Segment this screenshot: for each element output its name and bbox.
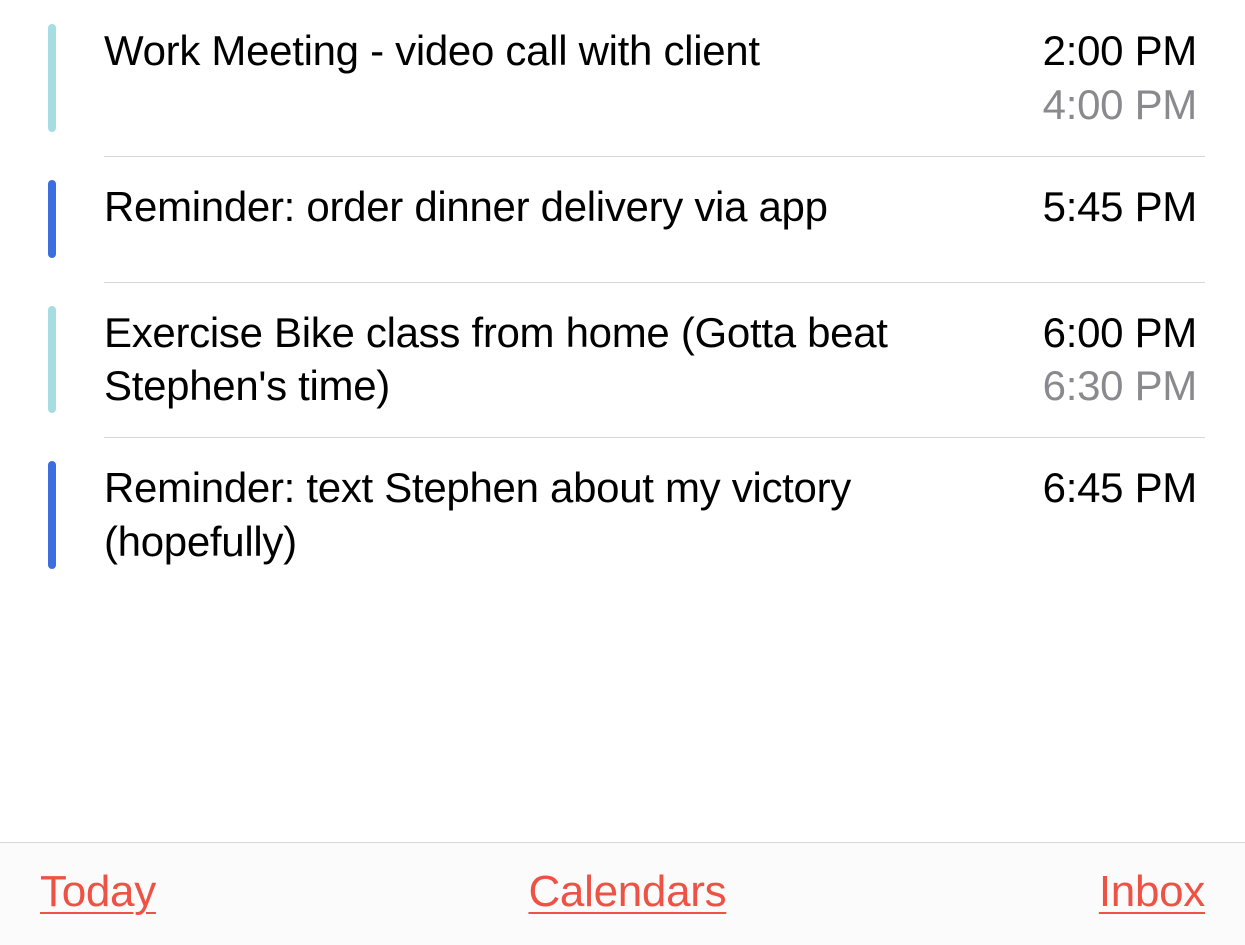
event-row[interactable]: Reminder: order dinner delivery via app … [0, 156, 1245, 282]
calendar-day-view: Work Meeting - video call with client 2:… [0, 0, 1245, 945]
today-button[interactable]: Today [40, 867, 156, 917]
event-body: Reminder: text Stephen about my victory … [104, 461, 1197, 569]
event-times: 6:00 PM 6:30 PM [1043, 306, 1197, 414]
event-start-time: 6:00 PM [1043, 306, 1197, 360]
event-row[interactable]: Reminder: text Stephen about my victory … [0, 437, 1245, 593]
event-list: Work Meeting - video call with client 2:… [0, 0, 1245, 842]
calendar-color-bar [48, 180, 56, 258]
event-row[interactable]: Exercise Bike class from home (Gotta bea… [0, 282, 1245, 438]
calendars-button[interactable]: Calendars [528, 867, 726, 917]
calendar-color-bar [48, 24, 56, 132]
inbox-button[interactable]: Inbox [1099, 867, 1205, 917]
event-row[interactable]: Work Meeting - video call with client 2:… [0, 0, 1245, 156]
event-times: 2:00 PM 4:00 PM [1043, 24, 1197, 132]
event-end-time: 4:00 PM [1043, 78, 1197, 132]
event-body: Reminder: order dinner delivery via app … [104, 180, 1197, 234]
event-end-time: 6:30 PM [1043, 359, 1197, 413]
event-title: Reminder: text Stephen about my victory … [104, 461, 1019, 569]
event-title: Work Meeting - video call with client [104, 24, 1019, 78]
event-title: Exercise Bike class from home (Gotta bea… [104, 306, 1019, 414]
event-start-time: 2:00 PM [1043, 24, 1197, 78]
event-body: Exercise Bike class from home (Gotta bea… [104, 306, 1197, 414]
calendar-color-bar [48, 306, 56, 414]
event-times: 6:45 PM [1043, 461, 1197, 515]
event-body: Work Meeting - video call with client 2:… [104, 24, 1197, 132]
calendar-color-bar [48, 461, 56, 569]
event-title: Reminder: order dinner delivery via app [104, 180, 1019, 234]
bottom-toolbar: Today Calendars Inbox [0, 842, 1245, 945]
event-times: 5:45 PM [1043, 180, 1197, 234]
event-start-time: 6:45 PM [1043, 461, 1197, 515]
event-start-time: 5:45 PM [1043, 180, 1197, 234]
